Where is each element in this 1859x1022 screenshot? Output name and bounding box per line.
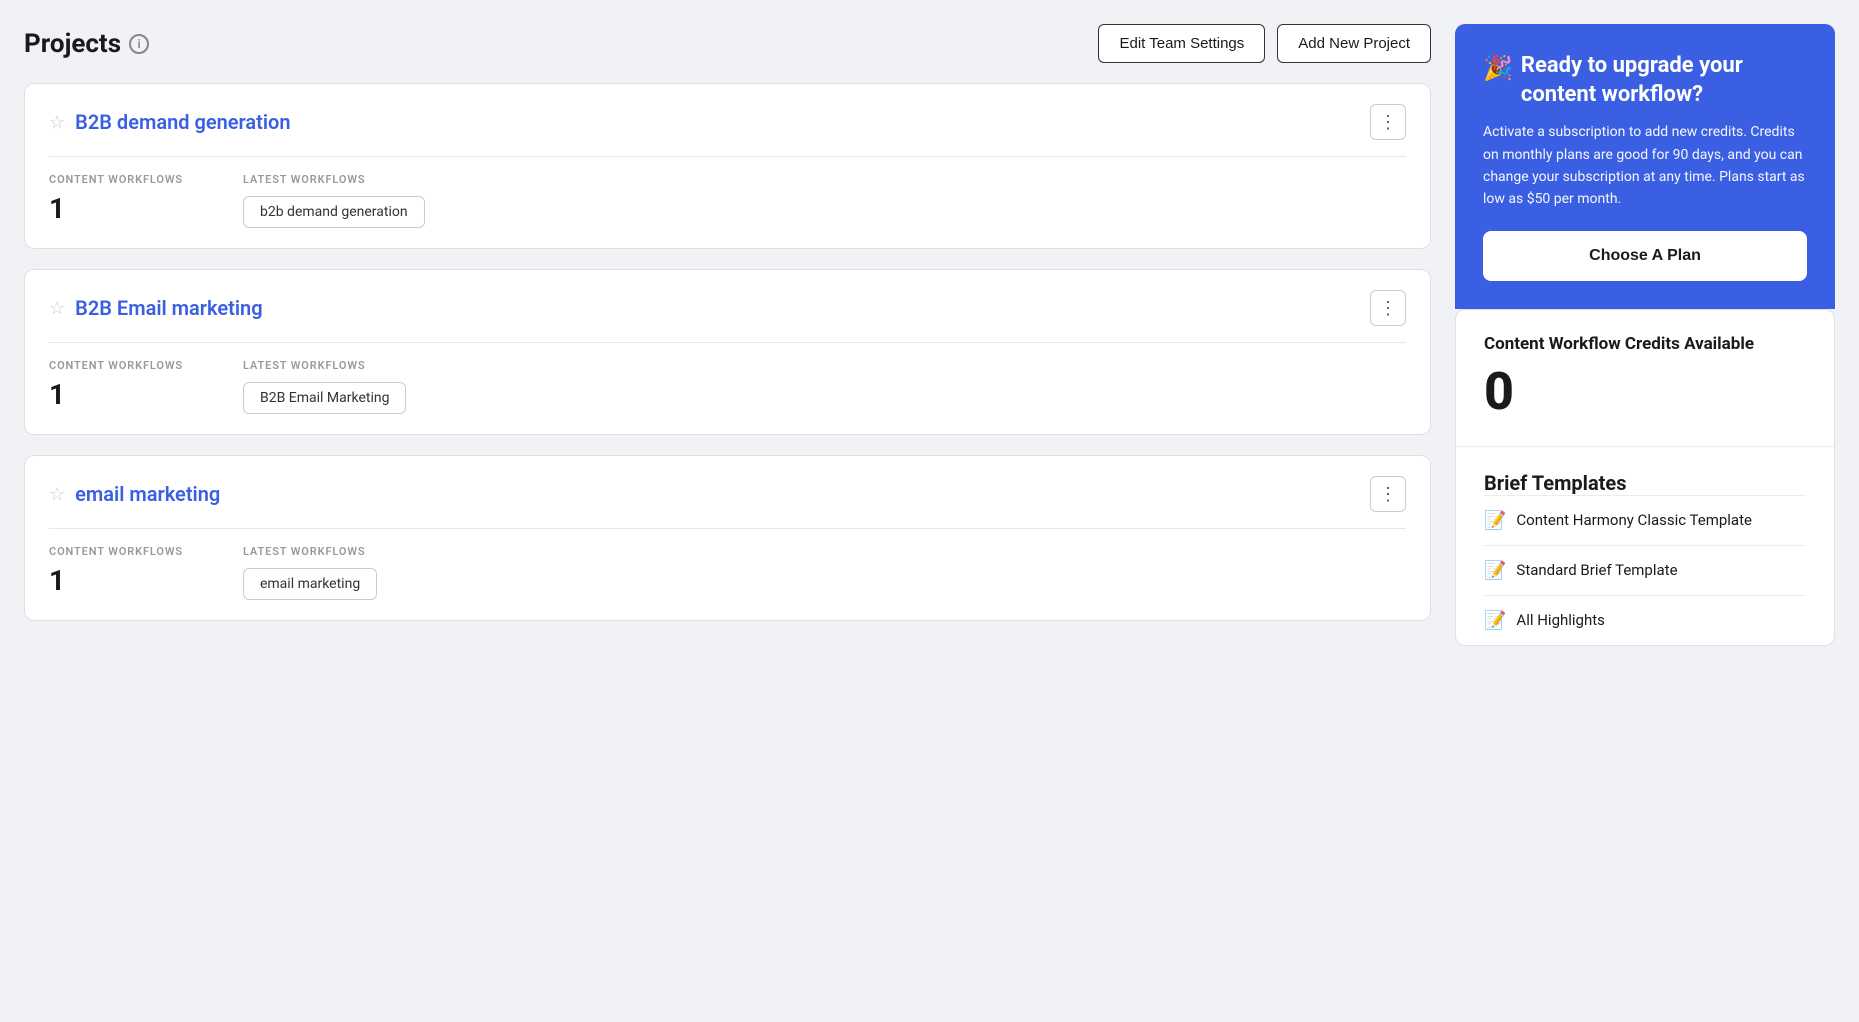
- project-name-wrap: ☆ B2B Email marketing: [49, 296, 263, 320]
- project-card: ☆ email marketing ⋮ CONTENT WORKFLOWS 1 …: [24, 455, 1431, 621]
- info-icon[interactable]: i: [129, 34, 149, 54]
- content-workflows-count: 1: [49, 378, 183, 411]
- template-item[interactable]: 📝 All Highlights: [1484, 595, 1806, 645]
- page-title: Projects: [24, 29, 121, 59]
- upgrade-title: 🎉 Ready to upgrade your content workflow…: [1483, 52, 1807, 109]
- credits-title: Content Workflow Credits Available: [1484, 334, 1806, 354]
- project-name: B2B Email marketing: [75, 296, 262, 320]
- page-header: Projects i Edit Team Settings Add New Pr…: [24, 24, 1431, 63]
- content-workflows-stat: CONTENT WORKFLOWS 1: [49, 545, 183, 600]
- template-emoji: 📝: [1484, 610, 1506, 631]
- project-card-body: CONTENT WORKFLOWS 1 LATEST WORKFLOWS ema…: [25, 529, 1430, 620]
- latest-workflows-stat: LATEST WORKFLOWS B2B Email Marketing: [243, 359, 406, 414]
- template-name: Standard Brief Template: [1516, 561, 1677, 579]
- main-content: Projects i Edit Team Settings Add New Pr…: [24, 24, 1431, 646]
- workflow-tag[interactable]: b2b demand generation: [243, 196, 425, 228]
- content-workflows-label: CONTENT WORKFLOWS: [49, 173, 183, 186]
- project-menu-button[interactable]: ⋮: [1370, 104, 1406, 140]
- party-emoji: 🎉: [1483, 53, 1513, 84]
- template-name: All Highlights: [1516, 611, 1604, 629]
- content-workflows-count: 1: [49, 192, 183, 225]
- templates-section: Brief Templates 📝 Content Harmony Classi…: [1456, 447, 1834, 645]
- template-name: Content Harmony Classic Template: [1516, 511, 1752, 529]
- workflow-tag[interactable]: B2B Email Marketing: [243, 382, 406, 414]
- project-card-body: CONTENT WORKFLOWS 1 LATEST WORKFLOWS B2B…: [25, 343, 1430, 434]
- project-card: ☆ B2B Email marketing ⋮ CONTENT WORKFLOW…: [24, 269, 1431, 435]
- project-name-wrap: ☆ email marketing: [49, 482, 220, 506]
- template-emoji: 📝: [1484, 510, 1506, 531]
- project-card-header: ☆ email marketing ⋮: [25, 456, 1430, 528]
- project-name: email marketing: [75, 482, 220, 506]
- right-sidebar: 🎉 Ready to upgrade your content workflow…: [1455, 24, 1835, 646]
- project-menu-button[interactable]: ⋮: [1370, 290, 1406, 326]
- project-card-header: ☆ B2B demand generation ⋮: [25, 84, 1430, 156]
- template-emoji: 📝: [1484, 560, 1506, 581]
- title-wrap: Projects i: [24, 29, 149, 59]
- latest-workflows-stat: LATEST WORKFLOWS b2b demand generation: [243, 173, 425, 228]
- star-icon[interactable]: ☆: [49, 298, 65, 319]
- content-workflows-stat: CONTENT WORKFLOWS 1: [49, 359, 183, 414]
- upgrade-title-text: Ready to upgrade your content workflow?: [1521, 52, 1807, 109]
- upgrade-description: Activate a subscription to add new credi…: [1483, 121, 1807, 211]
- header-buttons: Edit Team Settings Add New Project: [1098, 24, 1431, 63]
- template-item[interactable]: 📝 Content Harmony Classic Template: [1484, 495, 1806, 545]
- project-card-header: ☆ B2B Email marketing ⋮: [25, 270, 1430, 342]
- content-workflows-label: CONTENT WORKFLOWS: [49, 545, 183, 558]
- project-name: B2B demand generation: [75, 110, 290, 134]
- edit-team-settings-button[interactable]: Edit Team Settings: [1098, 24, 1265, 63]
- project-card-body: CONTENT WORKFLOWS 1 LATEST WORKFLOWS b2b…: [25, 157, 1430, 248]
- workflow-tag[interactable]: email marketing: [243, 568, 377, 600]
- template-item[interactable]: 📝 Standard Brief Template: [1484, 545, 1806, 595]
- star-icon[interactable]: ☆: [49, 112, 65, 133]
- templates-list: 📝 Content Harmony Classic Template 📝 Sta…: [1484, 495, 1806, 645]
- star-icon[interactable]: ☆: [49, 484, 65, 505]
- content-workflows-label: CONTENT WORKFLOWS: [49, 359, 183, 372]
- content-workflows-count: 1: [49, 564, 183, 597]
- choose-plan-button[interactable]: Choose A Plan: [1483, 231, 1807, 281]
- credits-templates-card: Content Workflow Credits Available 0 Bri…: [1455, 309, 1835, 646]
- upgrade-banner: 🎉 Ready to upgrade your content workflow…: [1455, 24, 1835, 309]
- project-menu-button[interactable]: ⋮: [1370, 476, 1406, 512]
- latest-workflows-stat: LATEST WORKFLOWS email marketing: [243, 545, 377, 600]
- latest-workflows-label: LATEST WORKFLOWS: [243, 359, 406, 372]
- latest-workflows-label: LATEST WORKFLOWS: [243, 545, 377, 558]
- credits-section: Content Workflow Credits Available 0: [1456, 310, 1834, 447]
- templates-title: Brief Templates: [1484, 471, 1806, 495]
- project-name-wrap: ☆ B2B demand generation: [49, 110, 291, 134]
- credits-value: 0: [1484, 366, 1806, 418]
- latest-workflows-label: LATEST WORKFLOWS: [243, 173, 425, 186]
- add-new-project-button[interactable]: Add New Project: [1277, 24, 1431, 63]
- content-workflows-stat: CONTENT WORKFLOWS 1: [49, 173, 183, 228]
- project-card: ☆ B2B demand generation ⋮ CONTENT WORKFL…: [24, 83, 1431, 249]
- projects-list: ☆ B2B demand generation ⋮ CONTENT WORKFL…: [24, 83, 1431, 621]
